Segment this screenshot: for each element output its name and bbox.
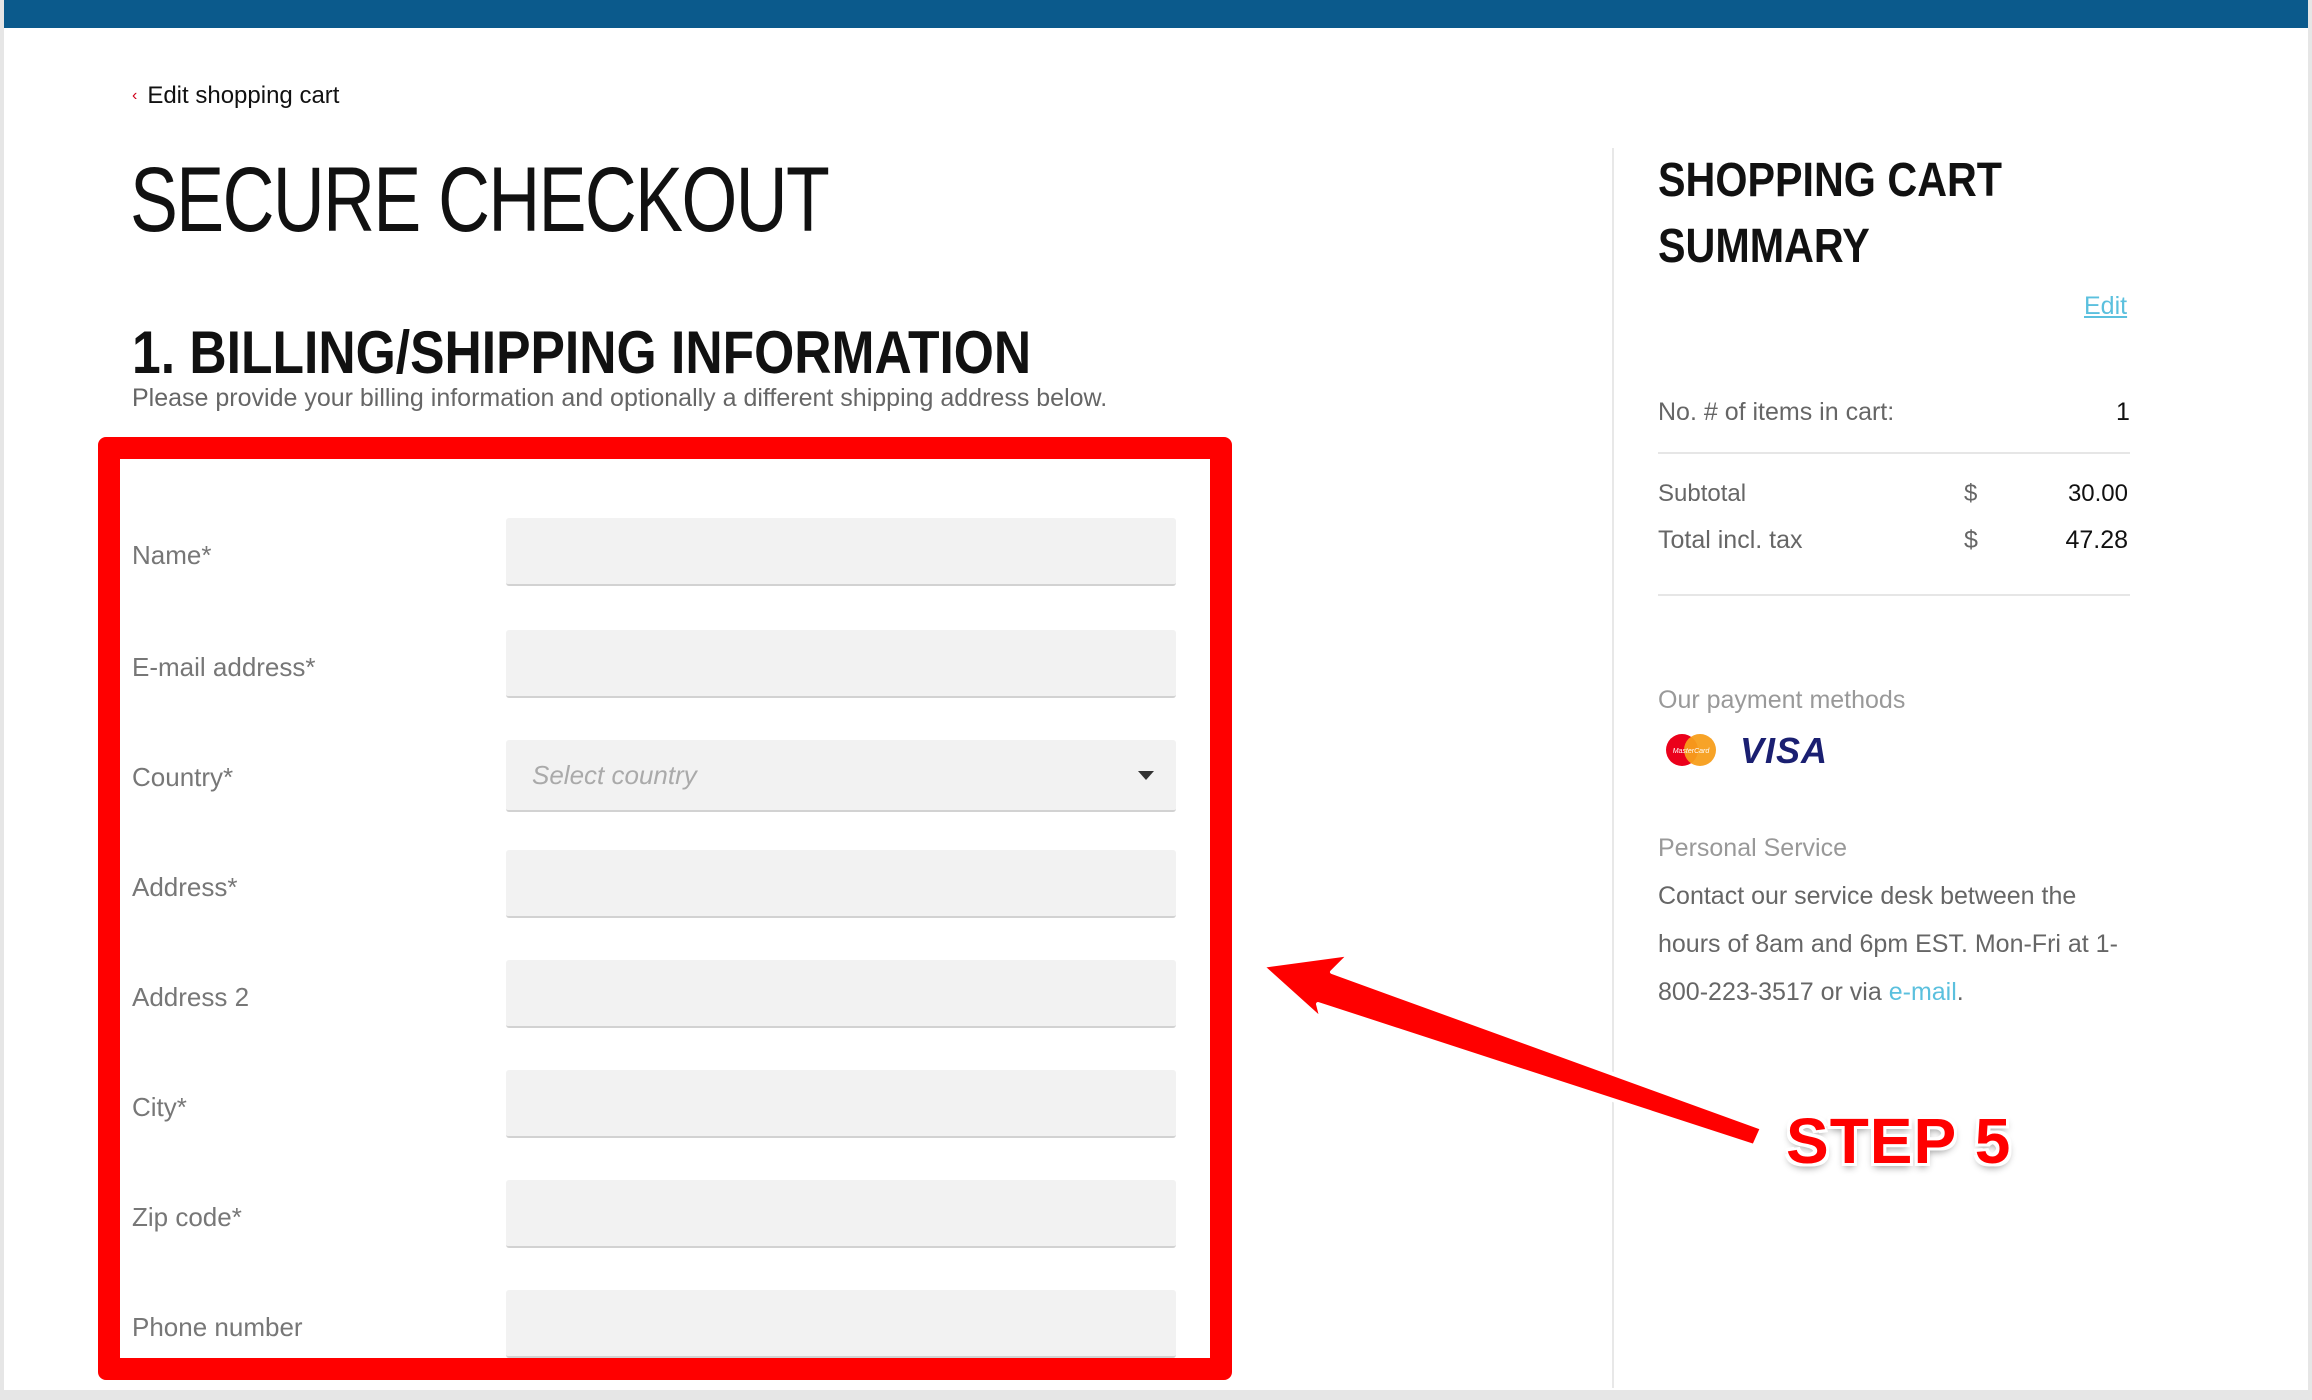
annotation-arrow-icon xyxy=(1260,952,1764,1148)
step-label: STEP 5 xyxy=(1786,1105,2012,1177)
